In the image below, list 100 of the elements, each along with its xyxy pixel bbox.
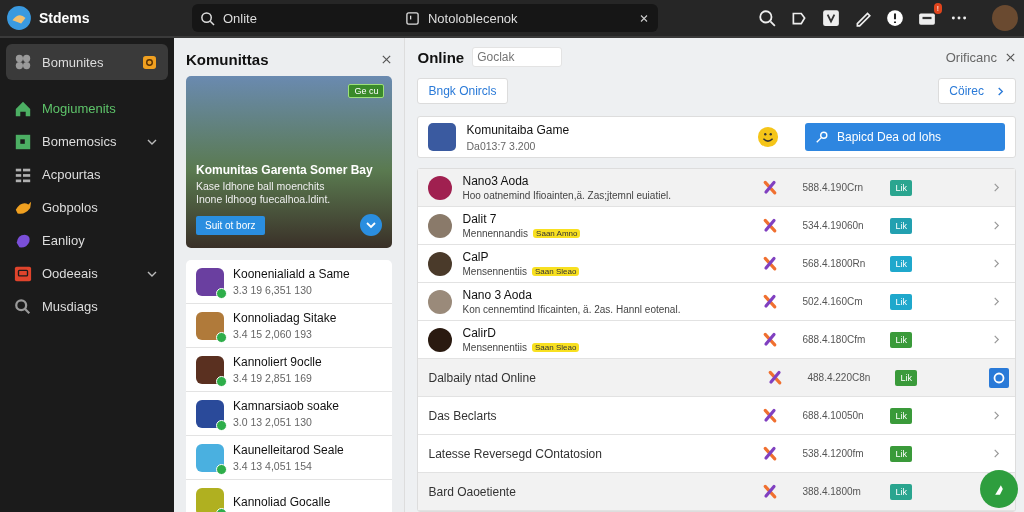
game-name: Komunitaiba Game (466, 122, 570, 137)
row-subtitle: Kon cennemtind Ificainten, ä. 2as. Hannl eotenal. (462, 304, 681, 315)
v-icon[interactable] (822, 9, 840, 27)
table-row[interactable]: Nano 3 Aoda Kon cennemtind Ificainten, ä. 2as. Hannl eotenal. 502.4.160Cm Lik (418, 283, 1015, 321)
section-label: Das Beclarts (428, 408, 498, 423)
status-tag: Lik (890, 293, 912, 310)
game-name: Kannoliert 9oclle (233, 355, 322, 369)
floating-action-button[interactable] (980, 470, 1018, 508)
notification-badge: ! (933, 3, 942, 14)
table-row[interactable]: Nano3 Aoda Hoo oatnemind Ifioainten,ä. Zas;jtemnl euiatiel. 588.4.190Crn Lik (418, 169, 1015, 207)
chevron-icon[interactable] (992, 334, 1001, 345)
filter-field[interactable]: Goclak (472, 47, 563, 68)
status-tag: Lik (890, 445, 912, 462)
game-name: Konnoliadag Sitake (233, 311, 337, 325)
next-button[interactable]: Cöirec (938, 78, 1016, 105)
app-name: Stdems (39, 10, 90, 26)
row-value: 502.4.160Cm (802, 296, 864, 307)
game-name: Kamnarsiaob soake (233, 399, 340, 413)
hero-title: Komunitas Garenta Somer Bay (196, 163, 374, 177)
row-name: Dalit 7 (462, 212, 498, 226)
sidebar-item[interactable]: Eanlioy (6, 224, 168, 257)
status-tag: Lik (895, 369, 917, 386)
close-icon[interactable] (1005, 51, 1016, 63)
sidebar-item[interactable]: Oodeeais (6, 257, 168, 290)
table-row[interactable]: CalP Mensennentiis Saan Sleao 568.4.1800Rn Lik (418, 245, 1015, 283)
game-name: Kannoliad Gocalle (233, 494, 331, 509)
search-icon (200, 10, 215, 26)
table-row[interactable]: Bard Oaoetiente 388.4.1800m Lik (418, 473, 1015, 511)
sidebar-item[interactable]: Bomunites (6, 44, 168, 80)
game-item[interactable]: Kannoliad Gocalle (186, 480, 393, 512)
row-tag: Saan Amno (533, 229, 581, 238)
expand-button[interactable] (360, 214, 383, 236)
cross-icon (762, 293, 779, 310)
row-value: 488.4.220C8n (807, 372, 872, 383)
row-value: 568.4.1800Rn (802, 258, 867, 269)
header-link[interactable]: Orificanc (945, 49, 997, 65)
sidebar-item[interactable]: Mogiumenits (6, 92, 168, 125)
game-item[interactable]: Konnoliadag Sitake 3.4 15 2,060 193 (186, 304, 393, 348)
cross-icon (762, 217, 779, 234)
panel-title: Komunittas (186, 50, 269, 68)
row-subtitle: Mennennandis (462, 228, 529, 239)
chevron-icon[interactable] (992, 296, 1001, 307)
info-icon[interactable] (886, 9, 904, 27)
hero-tag: Ge cu (348, 84, 385, 98)
status-tag: Lik (890, 217, 912, 234)
game-name: Kaunelleitarod Seale (233, 443, 344, 457)
chevron-icon[interactable] (992, 410, 1001, 421)
logo-icon (6, 5, 32, 31)
close-icon[interactable] (381, 53, 393, 65)
status-tag: Lik (890, 407, 912, 424)
primary-button[interactable]: Bapicd Dea od lohs (805, 123, 1005, 152)
row-subtitle: Mensennentiis (462, 342, 527, 353)
status-tag: Lik (890, 255, 912, 272)
row-tag: Saan Sleao (531, 343, 580, 352)
panel-title: Online (417, 48, 465, 66)
refresh-button[interactable] (989, 367, 1009, 388)
game-name: Koonenialiald a Same (233, 267, 350, 281)
row-name: Nano 3 Aoda (462, 288, 533, 302)
game-item[interactable]: Koonenialiald a Same 3.3 19 6,351 130 (186, 260, 393, 304)
table-row[interactable]: Das Beclarts 688.4.10050n Lik (418, 397, 1015, 435)
cross-icon (762, 445, 779, 462)
sidebar-item[interactable]: Gobpolos (6, 191, 168, 224)
status-tag: Lik (890, 483, 912, 500)
avatar-icon (428, 327, 453, 352)
game-meta: 3.3 19 6,351 130 (233, 284, 313, 296)
game-item[interactable]: Kamnarsiaob soake 3.0 13 2,051 130 (186, 392, 393, 436)
table-row[interactable]: Dalit 7 Mennennandis Saan Amno 534.4.19060n Lik (418, 207, 1015, 245)
game-item[interactable]: Kannoliert 9oclle 3.4 19 2,851 169 (186, 348, 393, 392)
chevron-icon (996, 85, 1005, 97)
chevron-icon[interactable] (992, 448, 1001, 459)
avatar-icon (428, 289, 453, 314)
game-item[interactable]: Kaunelleitarod Seale 3.4 13 4,051 154 (186, 436, 393, 480)
avatar-icon (428, 251, 453, 276)
game-meta: 3.4 19 2,851 169 (233, 372, 313, 384)
row-name: CalirD (462, 326, 497, 340)
pencil-icon[interactable] (854, 9, 872, 27)
avatar-icon (428, 175, 453, 200)
game-meta: 3.4 13 4,051 154 (233, 460, 313, 472)
smiley-icon (757, 126, 779, 149)
chevron-icon[interactable] (992, 220, 1001, 231)
avatar-icon (428, 213, 453, 238)
key-icon (815, 130, 829, 145)
row-name: Nano3 Aoda (462, 174, 530, 188)
status-tag: Lik (890, 179, 912, 196)
sidebar-item[interactable]: Acpourtas (6, 158, 168, 191)
chevron-icon[interactable] (992, 258, 1001, 269)
section-label: Dalbaily ntad Online (428, 370, 537, 385)
document-icon (404, 10, 420, 26)
section-label: Bard Oaoetiente (428, 484, 517, 499)
sidebar-item[interactable]: Bomemosics (6, 125, 168, 158)
table-row[interactable]: Dalbaily ntad Online 488.4.220C8n Lik (418, 359, 1015, 397)
sidebar-item[interactable]: Musdiags (6, 290, 168, 323)
row-value: 688.4.10050n (802, 410, 865, 421)
search-icon[interactable] (758, 9, 776, 27)
cross-icon (767, 369, 784, 386)
row-subtitle: Mensennentiis (462, 266, 527, 277)
row-value: 688.4.180Cfm (802, 334, 867, 345)
filter-button[interactable]: Bngk Onircls (417, 78, 508, 105)
game-meta: Da013:7 3.200 (466, 139, 537, 152)
search-field[interactable]: Onlite Notoloblecenok (192, 4, 658, 32)
